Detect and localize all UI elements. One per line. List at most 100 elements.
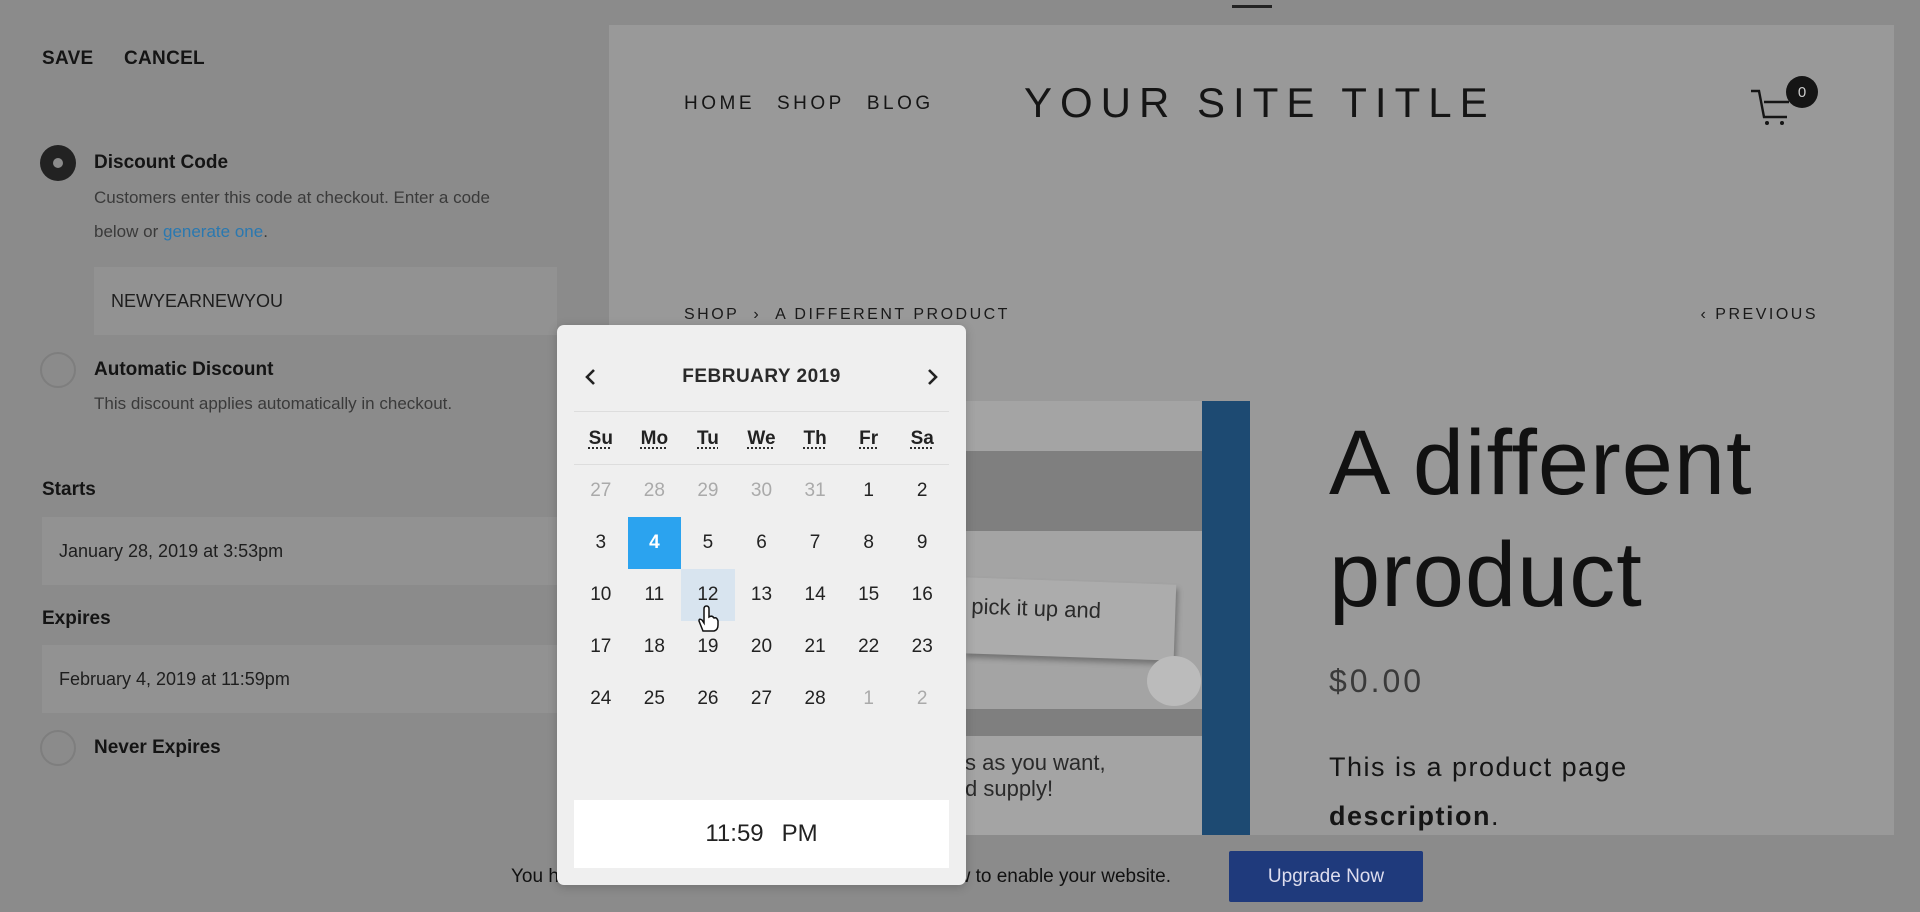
product-image: pick it up and s as you want, d supply! (965, 401, 1250, 835)
breadcrumb-sep: › (753, 306, 762, 323)
discount-code-desc: Customers enter this code at checkout. E… (94, 188, 490, 207)
product-price: $0.00 (1329, 663, 1425, 699)
expires-label: Expires (42, 608, 111, 629)
calendar-day-selected[interactable]: 4 (627, 517, 682, 569)
image-text: pick it up and (965, 577, 1177, 661)
calendar-day[interactable]: 30 (735, 465, 789, 517)
calendar-day[interactable]: 26 (681, 673, 735, 725)
expires-input[interactable]: February 4, 2019 at 11:59pm (42, 645, 557, 713)
automatic-discount-radio[interactable] (40, 352, 76, 388)
breadcrumb-shop[interactable]: SHOP (684, 306, 739, 324)
calendar-grid: Su Mo Tu We Th Fr Sa 27 28 29 30 31 1 2 3 4 5 6 7 8 9 10 11 12 1… (574, 413, 949, 733)
breadcrumb: SHOP › A DIFFERENT PRODUCT (684, 306, 1010, 324)
save-button[interactable]: SAVE (42, 48, 94, 70)
calendar-day[interactable]: 15 (842, 569, 896, 621)
calendar-day[interactable]: 10 (574, 569, 628, 621)
husky-emoji-icon (1147, 656, 1201, 706)
calendar-day[interactable]: 28 (788, 673, 842, 725)
weekday-fr: Fr (842, 413, 896, 465)
product-description: This is a product page description. (1329, 743, 1628, 841)
weekday-label: Fr (859, 428, 879, 449)
desc-bold: description (1329, 801, 1492, 831)
divider (574, 411, 949, 412)
weekday-label: We (747, 428, 776, 449)
chevron-right-icon[interactable] (926, 368, 940, 386)
image-text-2: s as you want, d supply! (965, 736, 1203, 835)
weekday-th: Th (788, 413, 842, 465)
discount-code-label: Discount Code (94, 152, 229, 173)
weekday-label: Th (803, 428, 827, 449)
calendar-day[interactable]: 9 (895, 517, 949, 569)
desc-text: below or (94, 222, 163, 241)
calendar-day[interactable]: 27 (735, 673, 789, 725)
calendar-day[interactable]: 17 (574, 621, 628, 673)
starts-label: Starts (42, 479, 96, 500)
discount-code-radio[interactable] (40, 145, 76, 181)
weekday-tu: Tu (681, 413, 735, 465)
never-expires-label: Never Expires (94, 737, 221, 758)
image-line: d supply! (965, 776, 1054, 801)
accent-bar (1202, 401, 1250, 835)
calendar-day[interactable]: 13 (735, 569, 789, 621)
banner-text-left: You h (511, 866, 559, 887)
previous-link[interactable]: ‹ PREVIOUS (1701, 306, 1818, 324)
calendar-day[interactable]: 6 (735, 517, 789, 569)
weekday-su: Su (574, 413, 628, 465)
calendar-day[interactable]: 2 (895, 673, 949, 725)
image-line: s as you want, (965, 750, 1106, 775)
calendar-day[interactable]: 7 (788, 517, 842, 569)
date-picker-popup: FEBRUARY 2019 Su Mo Tu We Th Fr Sa 27 28 29 30 31 1 2… (557, 325, 966, 885)
calendar-day[interactable]: 24 (574, 673, 628, 725)
desc-line: This is a product page (1329, 752, 1628, 782)
automatic-discount-label: Automatic Discount (94, 359, 274, 380)
weekday-label: Su (588, 428, 613, 449)
starts-input[interactable]: January 28, 2019 at 3:53pm (42, 517, 557, 585)
top-indicator (1232, 5, 1272, 8)
calendar-month: FEBRUARY 2019 (682, 366, 841, 387)
calendar-day[interactable]: 25 (628, 673, 682, 725)
calendar-day[interactable]: 2 (895, 465, 949, 517)
weekday-label: Mo (640, 428, 669, 449)
calendar-day[interactable]: 14 (788, 569, 842, 621)
title-line: A different (1329, 412, 1753, 514)
upgrade-now-button[interactable]: Upgrade Now (1229, 851, 1423, 902)
calendar-day[interactable]: 1 (842, 465, 896, 517)
calendar-day[interactable]: 5 (681, 517, 735, 569)
banner-text-right: ow to enable your website. (946, 866, 1171, 887)
ampm-value[interactable]: PM (782, 820, 818, 848)
calendar-day[interactable]: 1 (842, 673, 896, 725)
title-line: product (1329, 524, 1643, 626)
calendar-day[interactable]: 28 (628, 465, 682, 517)
generate-code-link[interactable]: generate one (163, 222, 263, 241)
calendar-day[interactable]: 22 (842, 621, 896, 673)
never-expires-radio[interactable] (40, 730, 76, 766)
calendar-day[interactable]: 8 (842, 517, 896, 569)
nav-shop[interactable]: SHOP (777, 93, 845, 115)
desc-suffix: . (263, 222, 268, 241)
weekday-mo: Mo (628, 413, 682, 465)
calendar-day[interactable]: 20 (735, 621, 789, 673)
discount-code-input[interactable]: NEWYEARNEWYOU (94, 267, 557, 335)
product-title: A different product (1329, 407, 1753, 631)
weekday-we: We (735, 413, 789, 465)
nav-blog[interactable]: BLOG (867, 93, 934, 115)
calendar-day[interactable]: 23 (895, 621, 949, 673)
weekday-label: Sa (910, 428, 934, 449)
weekday-label: Tu (697, 428, 719, 449)
calendar-day[interactable]: 27 (574, 465, 628, 517)
calendar-day[interactable]: 31 (788, 465, 842, 517)
calendar-day[interactable]: 18 (628, 621, 682, 673)
site-title[interactable]: YOUR SITE TITLE (1024, 79, 1496, 127)
time-value[interactable]: 11:59 (705, 820, 763, 848)
calendar-day[interactable]: 29 (681, 465, 735, 517)
cancel-button[interactable]: CANCEL (124, 48, 205, 70)
calendar-day[interactable]: 3 (574, 517, 628, 569)
calendar-day[interactable]: 16 (895, 569, 949, 621)
calendar-day[interactable]: 21 (788, 621, 842, 673)
nav-home[interactable]: HOME (684, 93, 755, 115)
calendar-day[interactable]: 11 (628, 569, 682, 621)
discount-code-desc-2: below or generate one. (94, 222, 268, 242)
time-picker[interactable]: 11:59 PM (574, 800, 949, 868)
hand-cursor-icon (698, 605, 719, 632)
automatic-discount-desc: This discount applies automatically in c… (94, 394, 453, 413)
